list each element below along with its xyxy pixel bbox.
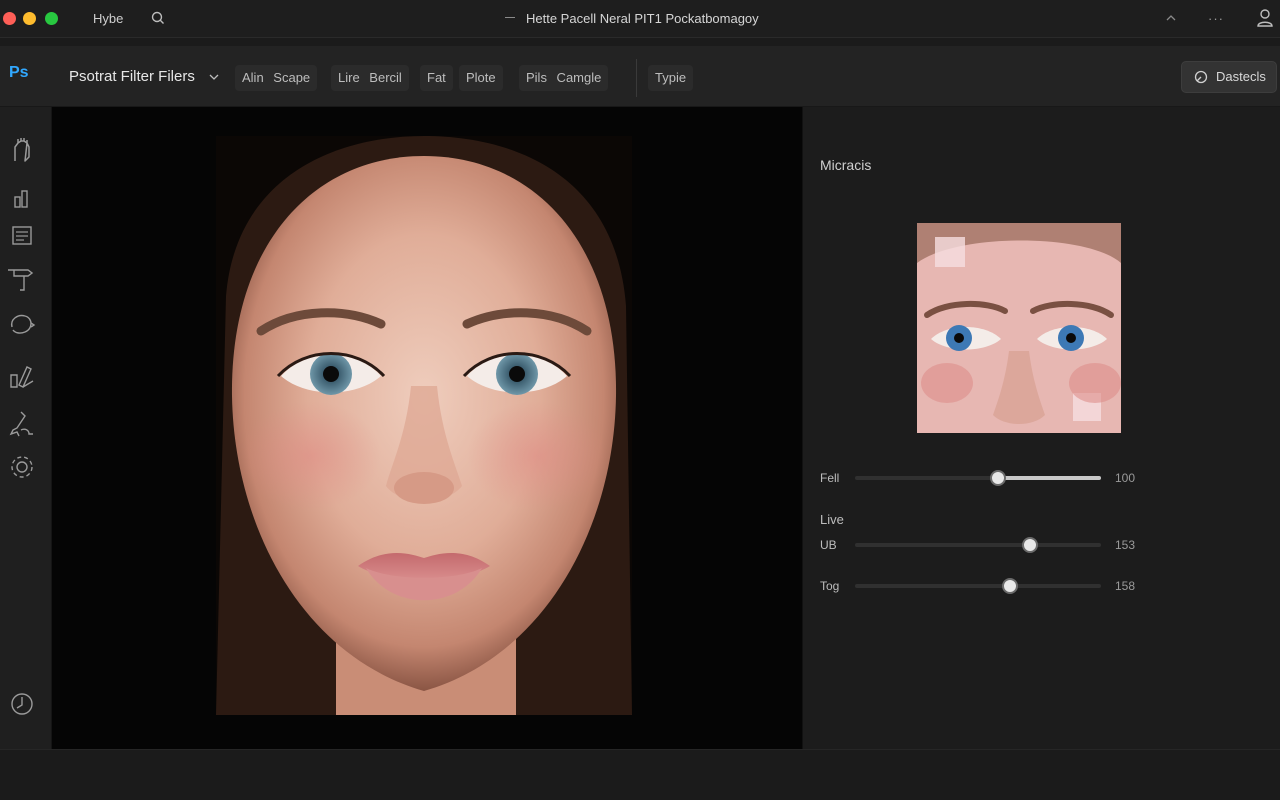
chip-alin-scape[interactable]: Alin Scape: [235, 65, 318, 91]
brush-icon: [14, 190, 28, 208]
layers-icon: [12, 226, 32, 245]
slider-tog[interactable]: [855, 578, 1101, 594]
options-divider: [636, 59, 637, 97]
zoom-window-button[interactable]: [45, 12, 58, 25]
tool-eyedropper[interactable]: [6, 407, 38, 439]
tool-hand[interactable]: [6, 134, 38, 166]
title-dash: [505, 17, 515, 18]
stamp-icon: [8, 269, 34, 291]
portrait-illustration: [216, 136, 632, 715]
photoshop-logo: Ps: [9, 64, 29, 81]
chip-lire-bercil[interactable]: Lire Bercil: [331, 65, 409, 91]
slider-label-ub: UB: [820, 538, 837, 552]
options-bar: Ps Psotrat Filter Filers Alin Scape Lire…: [0, 46, 1280, 107]
properties-panel: Micracis Fell 100 Live UB 153 Tog 158: [802, 107, 1280, 749]
chip-typie[interactable]: Typie: [648, 65, 694, 91]
preview-thumbnail[interactable]: [917, 223, 1121, 433]
tool-history[interactable]: [6, 688, 38, 720]
preview-illustration: [917, 223, 1121, 433]
lasso-icon: [11, 314, 36, 334]
tool-layers[interactable]: [6, 220, 38, 252]
status-bar: [0, 749, 1280, 800]
history-icon: [11, 693, 33, 715]
filter-dropdown[interactable]: Psotrat Filter Filers: [69, 68, 195, 85]
more-icon[interactable]: ···: [1208, 11, 1224, 26]
eyedropper-icon: [9, 411, 33, 437]
slider-ub-thumb[interactable]: [1021, 537, 1038, 553]
user-icon[interactable]: [1256, 8, 1274, 28]
app-name: Hybe: [93, 11, 124, 26]
minimize-window-button[interactable]: [23, 12, 36, 25]
slider-fell-fill: [997, 476, 1101, 480]
slider-ub[interactable]: [855, 537, 1101, 553]
chip-pils-camgle[interactable]: Pils Camgle: [519, 65, 609, 91]
chip-fat[interactable]: Fat: [420, 65, 453, 91]
tool-stamp[interactable]: [6, 262, 38, 294]
portrait-image[interactable]: [216, 136, 632, 715]
window-title: Hette Pacell Neral PIT1 Pockatbomagoy: [526, 11, 759, 26]
gear-icon: [11, 456, 33, 478]
details-label: Dastecls: [1216, 69, 1266, 84]
tool-brush[interactable]: [6, 182, 38, 214]
details-icon: [1194, 70, 1208, 84]
slider-value-ub: 153: [1115, 538, 1136, 552]
tool-lasso[interactable]: [6, 309, 38, 341]
document-canvas[interactable]: [52, 107, 802, 749]
tools-panel: [0, 107, 52, 749]
slider-fell-thumb[interactable]: [989, 470, 1006, 486]
tool-settings[interactable]: [6, 451, 38, 483]
slider-value-fell: 100: [1115, 471, 1136, 485]
pen-icon: [10, 366, 34, 388]
section-label-live: Live: [820, 512, 844, 527]
chevron-up-icon[interactable]: [1164, 11, 1178, 25]
hand-icon: [14, 138, 30, 162]
details-button[interactable]: Dastecls: [1181, 61, 1277, 93]
slider-tog-thumb[interactable]: [1001, 578, 1018, 594]
slider-fell[interactable]: [855, 470, 1101, 486]
title-bar: Hybe Hette Pacell Neral PIT1 Pockatbomag…: [0, 0, 1280, 38]
chip-plote[interactable]: Plote: [459, 65, 503, 91]
slider-value-tog: 158: [1115, 579, 1136, 593]
slider-label-fell: Fell: [820, 471, 840, 485]
panel-title: Micracis: [820, 157, 872, 173]
search-icon[interactable]: [150, 10, 166, 26]
tool-pen[interactable]: [6, 360, 38, 392]
close-window-button[interactable]: [3, 12, 16, 25]
slider-label-tog: Tog: [820, 579, 840, 593]
chevron-down-icon[interactable]: [208, 71, 220, 83]
